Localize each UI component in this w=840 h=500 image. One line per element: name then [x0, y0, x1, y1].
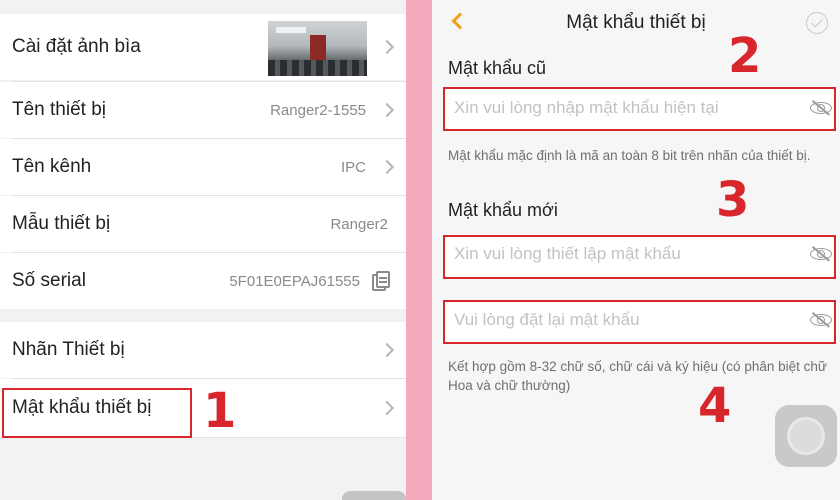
confirm-check-icon[interactable]	[806, 12, 828, 34]
serial-number-value: 5F01E0EPAJ61555	[229, 272, 360, 290]
copy-icon[interactable]	[372, 271, 390, 291]
device-tag-label: Nhãn Thiết bị	[12, 339, 125, 360]
device-settings-panel: Cài đặt ảnh bìa Tên thiết bị Ranger2-155…	[0, 0, 406, 500]
page-title: Mật khẩu thiết bị	[566, 12, 706, 33]
step-number-1: 1	[203, 383, 237, 439]
step-number-3: 3	[716, 172, 750, 228]
channel-name-label: Tên kênh	[12, 156, 92, 177]
serial-number-label: Số serial	[12, 270, 86, 291]
device-model-label: Mẫu thiết bị	[12, 213, 111, 234]
device-name-setting[interactable]: Tên thiết bị Ranger2-1555	[0, 82, 406, 138]
annotation-box-3b	[443, 300, 836, 344]
device-name-value: Ranger2-1555	[270, 101, 366, 119]
bottom-handle	[342, 491, 406, 500]
old-password-label: Mật khẩu cũ	[448, 58, 547, 78]
nav-header: Mật khẩu thiết bị	[432, 0, 840, 48]
chevron-right-icon	[379, 400, 395, 416]
device-name-label: Tên thiết bị	[12, 99, 106, 120]
annotation-box-2	[443, 87, 836, 131]
step-number-4: 4	[698, 378, 732, 434]
channel-name-value: IPC	[340, 158, 366, 176]
step-number-2: 2	[728, 28, 762, 84]
channel-name-setting[interactable]: Tên kênh IPC	[0, 139, 406, 195]
chevron-right-icon	[379, 159, 395, 175]
new-password-hint: Kết hợp gồm 8-32 chữ số, chữ cái và ký h…	[448, 359, 827, 393]
cover-image-setting[interactable]: Cài đặt ảnh bìa	[0, 14, 406, 80]
cover-image-label: Cài đặt ảnh bìa	[12, 36, 141, 57]
chevron-right-icon	[379, 39, 395, 55]
chevron-right-icon	[379, 342, 395, 358]
device-model-row: Mẫu thiết bị Ranger2	[0, 196, 406, 252]
annotation-box-1	[2, 388, 192, 438]
new-password-label: Mật khẩu mới	[448, 200, 558, 220]
old-password-hint: Mật khẩu mặc định là mã an toàn 8 bit tr…	[448, 148, 811, 163]
chevron-right-icon	[379, 102, 395, 118]
annotation-box-3a	[443, 235, 836, 279]
cover-thumbnail	[268, 21, 367, 76]
serial-number-row: Số serial 5F01E0EPAJ61555	[0, 253, 406, 309]
floating-assistive-button[interactable]	[775, 405, 837, 467]
device-model-value: Ranger2	[330, 215, 388, 233]
device-tag-setting[interactable]: Nhãn Thiết bị	[0, 322, 406, 378]
